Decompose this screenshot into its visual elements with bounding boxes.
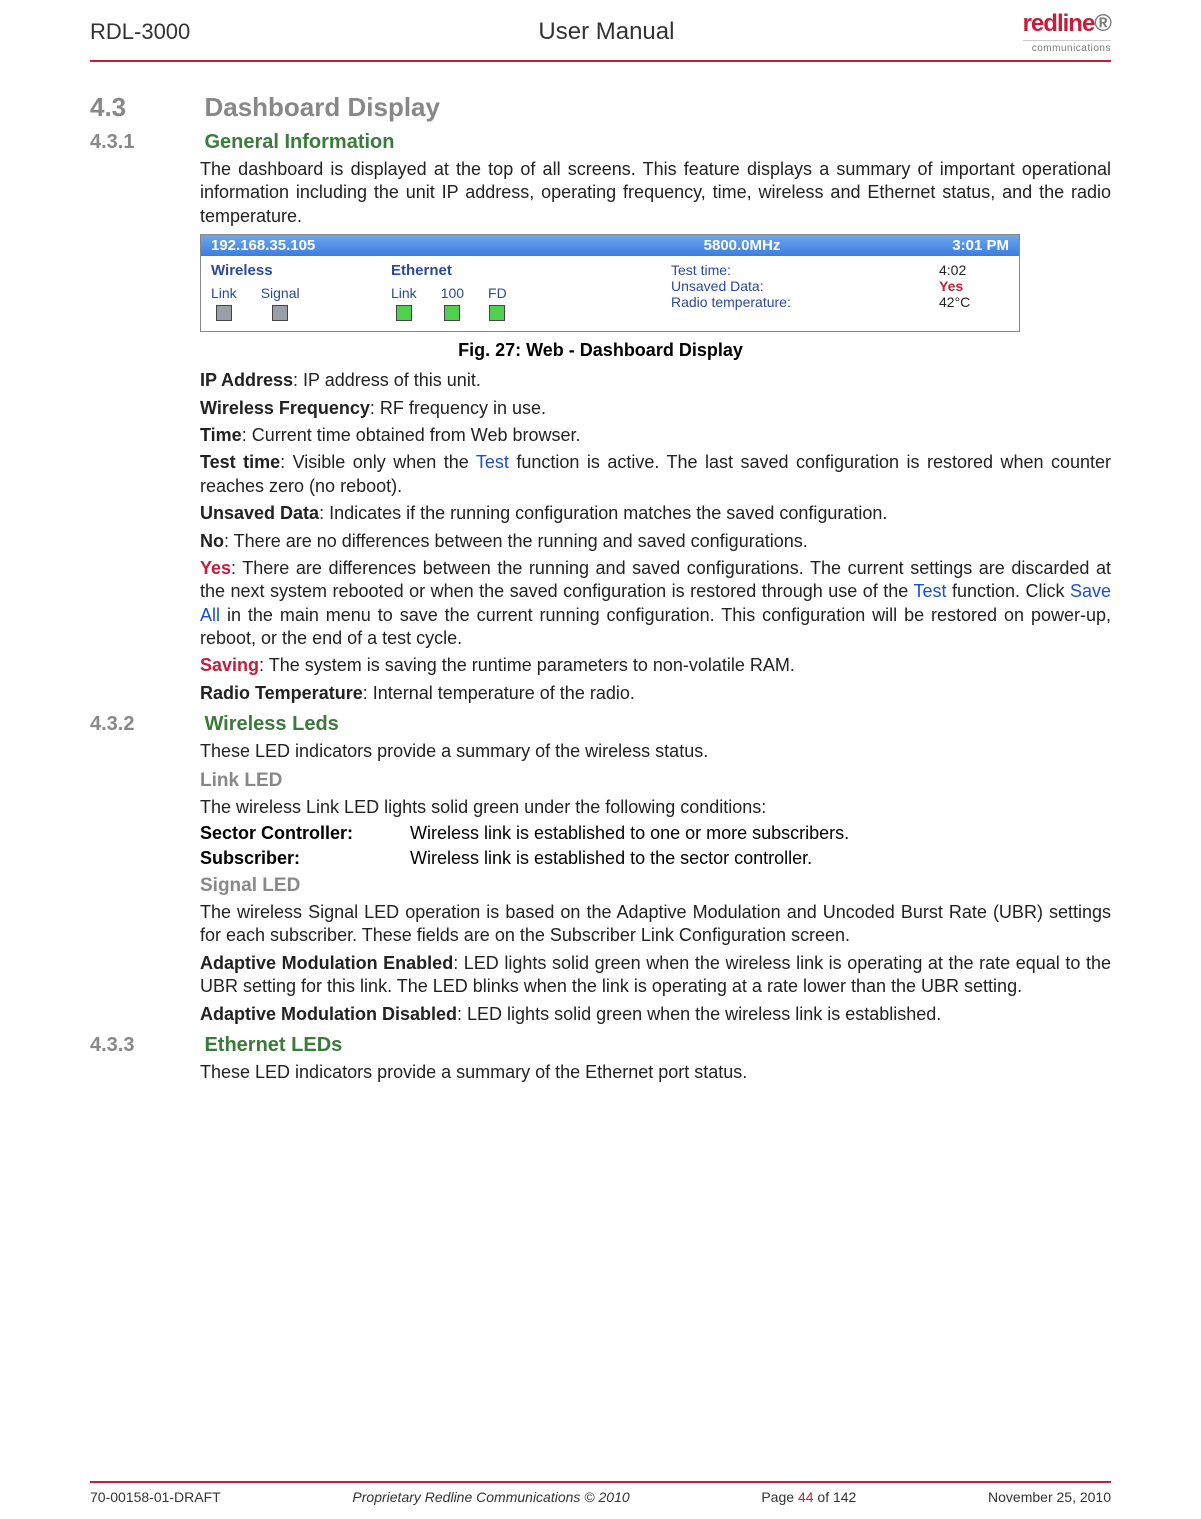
- paragraph: The dashboard is displayed at the top of…: [200, 158, 1111, 228]
- eth-100-label: 100: [441, 285, 464, 301]
- led-eth-100: [444, 305, 460, 321]
- paragraph: The wireless Link LED lights solid green…: [200, 796, 1111, 819]
- test-time-value: 4:02: [939, 262, 966, 278]
- temp-value: 42°C: [939, 294, 970, 310]
- paragraph: The wireless Signal LED operation is bas…: [200, 901, 1111, 948]
- unsaved-label: Unsaved Data:: [671, 278, 764, 294]
- unsaved-value: Yes: [939, 278, 963, 294]
- paragraph: These LED indicators provide a summary o…: [200, 1061, 1111, 1084]
- subsection-title: General Information: [204, 131, 394, 154]
- footer-proprietary: Proprietary Redline Communications © 201…: [352, 1489, 629, 1505]
- def-test-time: Test time: Visible only when the Test fu…: [200, 451, 1111, 498]
- wireless-signal-label: Signal: [261, 285, 300, 301]
- subsection-number: 4.3.3: [90, 1034, 200, 1057]
- section-4-3-2: 4.3.2 Wireless Leds: [90, 713, 1111, 736]
- footer-doc-id: 70-00158-01-DRAFT: [90, 1489, 221, 1505]
- eth-link-label: Link: [391, 285, 417, 301]
- subsection-number: 4.3.2: [90, 713, 200, 736]
- subsection-title: Ethernet LEDs: [204, 1034, 342, 1057]
- def-am-disabled: Adaptive Modulation Disabled: LED lights…: [200, 1003, 1111, 1026]
- section-4-3-3: 4.3.3 Ethernet LEDs: [90, 1034, 1111, 1057]
- def-saving: Saving: The system is saving the runtime…: [200, 654, 1111, 677]
- dashboard-screenshot: 192.168.35.105 5800.0MHz 3:01 PM Wireles…: [200, 234, 1020, 332]
- page-header: RDL-3000 User Manual redline® communicat…: [90, 0, 1111, 62]
- signal-led-heading: Signal LED: [200, 875, 1111, 897]
- logo-subtext: communications: [1023, 43, 1111, 54]
- doc-model: RDL-3000: [90, 19, 190, 45]
- ethernet-heading: Ethernet: [391, 262, 671, 279]
- subsection-number: 4.3.1: [90, 131, 200, 154]
- led-wireless-link: [216, 305, 232, 321]
- footer-page-number: Page 44 of 142: [761, 1489, 856, 1505]
- doc-title: User Manual: [538, 18, 674, 46]
- subsection-title: Wireless Leds: [204, 713, 338, 736]
- footer-date: November 25, 2010: [988, 1489, 1111, 1505]
- page-footer: 70-00158-01-DRAFT Proprietary Redline Co…: [90, 1481, 1111, 1505]
- def-radio-temp: Radio Temperature: Internal temperature …: [200, 682, 1111, 705]
- section-number: 4.3: [90, 92, 200, 123]
- dash-ip: 192.168.35.105: [211, 237, 565, 254]
- def-wireless-freq: Wireless Frequency: RF frequency in use.: [200, 397, 1111, 420]
- dash-clock: 3:01 PM: [919, 237, 1009, 254]
- led-eth-fd: [489, 305, 505, 321]
- def-am-enabled: Adaptive Modulation Enabled: LED lights …: [200, 952, 1111, 999]
- def-unsaved: Unsaved Data: Indicates if the running c…: [200, 502, 1111, 525]
- section-title: Dashboard Display: [204, 92, 440, 123]
- def-no: No: There are no differences between the…: [200, 530, 1111, 553]
- led-wireless-signal: [272, 305, 288, 321]
- figure-caption: Fig. 27: Web - Dashboard Display: [90, 340, 1111, 361]
- dash-freq: 5800.0MHz: [565, 237, 919, 254]
- section-4-3-1: 4.3.1 General Information: [90, 131, 1111, 154]
- wireless-heading: Wireless: [211, 262, 391, 279]
- def-subscriber: Subscriber:Wireless link is established …: [200, 848, 1111, 869]
- led-eth-link: [396, 305, 412, 321]
- temp-label: Radio temperature:: [671, 294, 791, 310]
- wireless-link-label: Link: [211, 285, 237, 301]
- logo-text: redline: [1023, 10, 1095, 37]
- def-sector-controller: Sector Controller:Wireless link is estab…: [200, 823, 1111, 844]
- test-time-label: Test time:: [671, 262, 731, 278]
- paragraph: These LED indicators provide a summary o…: [200, 740, 1111, 763]
- def-ip: IP Address: IP address of this unit.: [200, 369, 1111, 392]
- link-led-heading: Link LED: [200, 770, 1111, 792]
- section-4-3: 4.3 Dashboard Display: [90, 92, 1111, 123]
- def-time: Time: Current time obtained from Web bro…: [200, 424, 1111, 447]
- eth-fd-label: FD: [488, 285, 507, 301]
- def-yes: Yes: There are differences between the r…: [200, 557, 1111, 651]
- brand-logo: redline® communications: [1023, 10, 1111, 54]
